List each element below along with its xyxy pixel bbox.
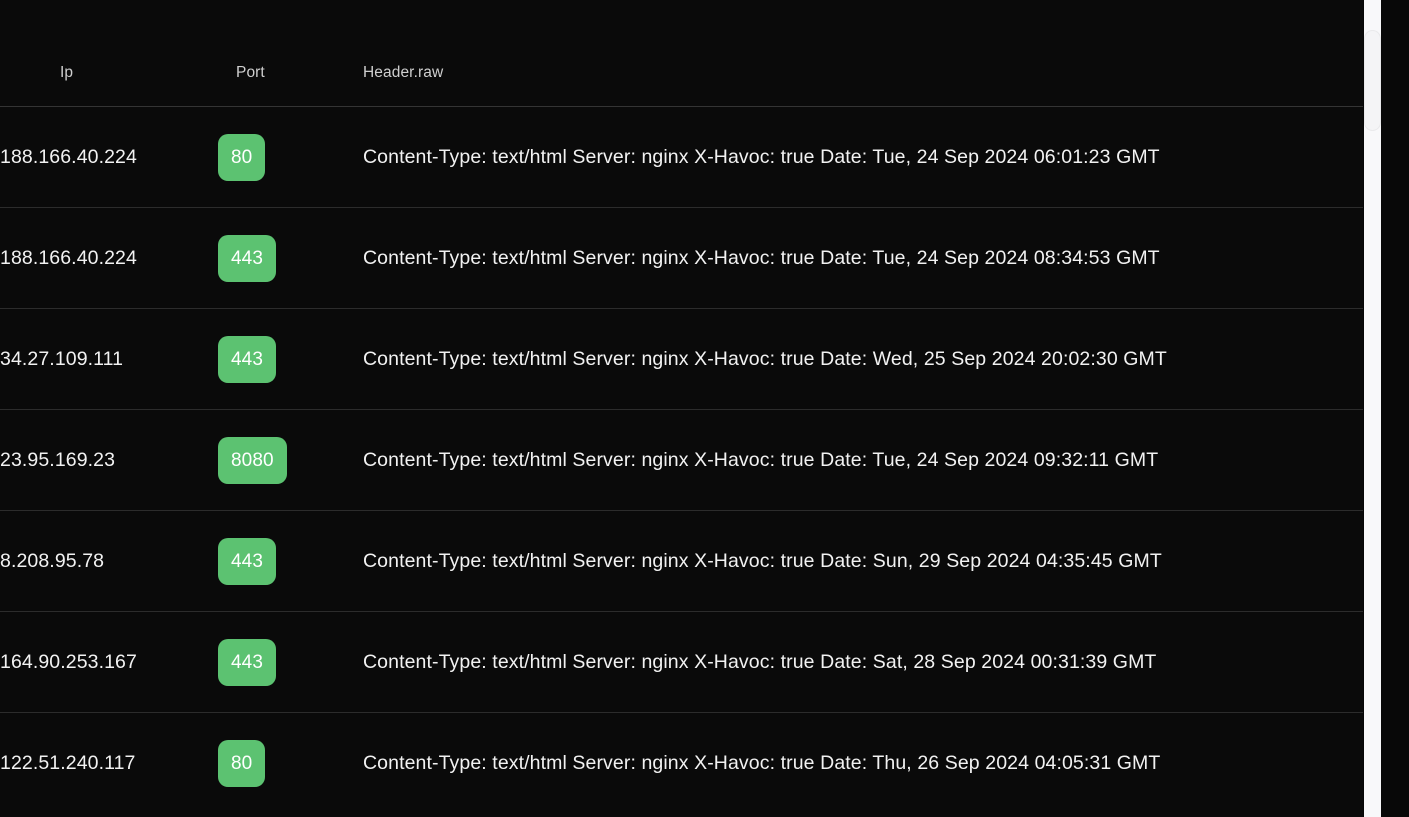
- port-badge: 443: [218, 638, 277, 686]
- cell-header-raw: Content-Type: text/html Server: nginx X-…: [363, 510, 1363, 612]
- cell-ip: 8.208.95.78: [0, 510, 218, 612]
- cell-port: 80: [218, 712, 363, 814]
- table-row[interactable]: 8.208.95.78 443 Content-Type: text/html Se…: [0, 510, 1363, 612]
- cell-header-raw: Content-Type: text/html Server: nginx X-…: [363, 409, 1363, 511]
- table-row[interactable]: 23.95.169.23 8080 Content-Type: text/html …: [0, 409, 1363, 511]
- table-row[interactable]: 164.90.253.167 443 Content-Type: text/html…: [0, 611, 1363, 713]
- cell-port: 443: [218, 611, 363, 713]
- cell-header-raw: Content-Type: text/html Server: nginx X-…: [363, 145, 1160, 168]
- cell-header-raw: Content-Type: text/html Server: nginx X-…: [363, 308, 1363, 410]
- table-scroll-viewport[interactable]: Ip Port Header.raw 188.166.40.224 80 Conte…: [0, 0, 1363, 817]
- page-root: Ip Port Header.raw 188.166.40.224 80 Conte…: [0, 0, 1409, 817]
- cell-port: 443: [218, 510, 363, 612]
- cell-ip: 23.95.169.23: [0, 409, 218, 511]
- column-header-headerraw-label: Header.raw: [363, 64, 444, 81]
- port-badge: 80: [218, 739, 266, 787]
- table-row[interactable]: 188.166.40.224 80 Content-Type: text/html …: [0, 107, 1363, 208]
- table-row[interactable]: 188.166.40.224 443 Content-Type: text/html…: [0, 207, 1363, 309]
- table-row[interactable]: 122.51.240.117 80 Content-Type: text/html …: [0, 712, 1363, 814]
- cell-port: 443: [218, 207, 363, 309]
- cell-ip: 188.166.40.224: [0, 207, 218, 309]
- column-header-ip-label: Ip: [60, 64, 74, 81]
- cell-header-raw: Content-Type: text/html Server: nginx X-…: [363, 207, 1363, 309]
- table-header: Ip Port Header.raw: [0, 0, 1363, 107]
- column-header-ip[interactable]: Ip: [0, 0, 218, 107]
- cell-header-raw: Content-Type: text/html Server: nginx X-…: [363, 712, 1363, 814]
- cell-ip: 188.166.40.224: [0, 145, 137, 168]
- cell-port: 80: [218, 107, 363, 208]
- cell-ip: 34.27.109.111: [0, 308, 218, 410]
- cell-ip: 164.90.253.167: [0, 611, 218, 713]
- column-header-port-label: Port: [236, 64, 265, 81]
- scrollbar-thumb[interactable]: [1365, 31, 1380, 130]
- table-body: 188.166.40.224 80 Content-Type: text/html …: [0, 107, 1363, 814]
- column-header-port[interactable]: Port: [218, 0, 363, 107]
- port-badge: 80: [218, 133, 266, 181]
- cell-ip: 122.51.240.117: [0, 712, 218, 814]
- results-table: Ip Port Header.raw 188.166.40.224 80 Conte…: [0, 0, 1363, 814]
- port-badge: 443: [218, 537, 277, 585]
- cell-header-raw: Content-Type: text/html Server: nginx X-…: [363, 611, 1363, 713]
- port-badge: 443: [218, 234, 277, 282]
- right-gutter: [1381, 0, 1409, 817]
- table-header-row: Ip Port Header.raw: [0, 0, 1363, 107]
- cell-port: 443: [218, 308, 363, 410]
- table-row[interactable]: 34.27.109.111 443 Content-Type: text/html …: [0, 308, 1363, 410]
- port-badge: 443: [218, 335, 277, 383]
- cell-port: 8080: [218, 409, 363, 511]
- port-badge: 8080: [218, 436, 287, 484]
- vertical-scrollbar[interactable]: [1364, 0, 1381, 817]
- column-header-headerraw[interactable]: Header.raw: [363, 0, 1363, 107]
